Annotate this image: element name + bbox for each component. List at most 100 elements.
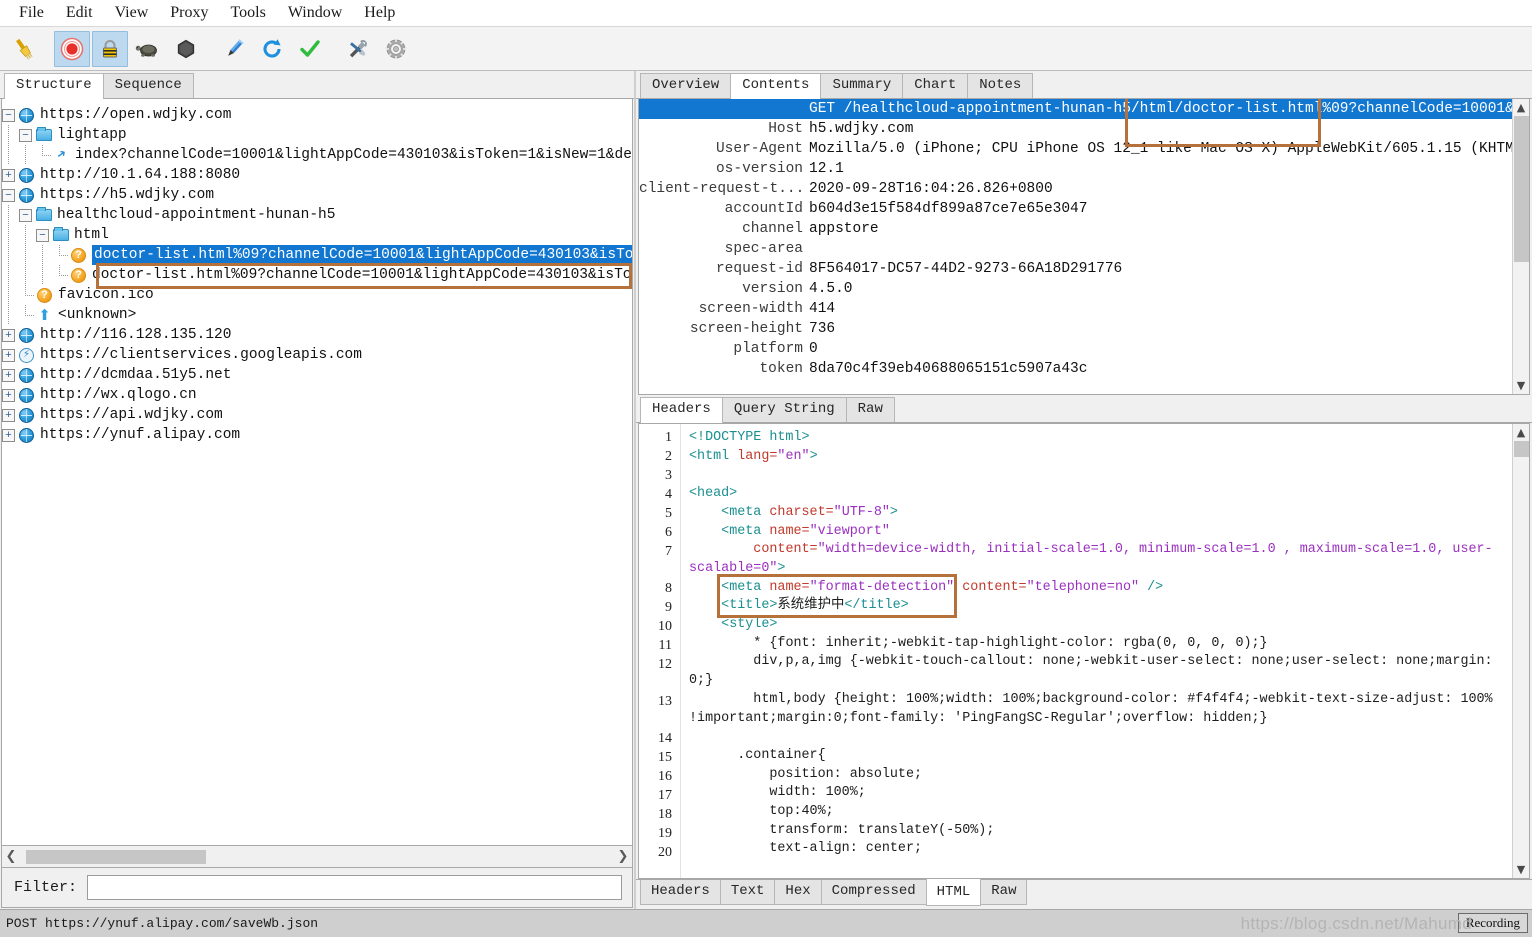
headers-vertical-scrollbar[interactable]: ▲ ▼ xyxy=(1512,99,1529,394)
header-row[interactable]: channel appstore xyxy=(639,219,1512,239)
subtab-html[interactable]: HTML xyxy=(925,879,982,907)
menu-item-tools[interactable]: Tools xyxy=(220,2,277,24)
session-tree[interactable]: − https://open.wdjky.com − lightapp ➜ index?c… xyxy=(2,99,632,445)
tab-sequence[interactable]: Sequence xyxy=(102,72,194,98)
tab-structure[interactable]: Structure xyxy=(4,72,104,99)
record-icon[interactable] xyxy=(54,30,90,67)
tree-node[interactable]: + http://10.1.64.188:8080 xyxy=(2,165,632,185)
tree-elbow xyxy=(36,145,53,165)
tree-node[interactable]: + ⚡ https://clientservices.googleapis.com xyxy=(2,345,632,365)
header-row[interactable]: token 8da70c4f39eb40688065151c5907a43c xyxy=(639,359,1512,379)
collapse-icon[interactable]: − xyxy=(2,108,15,122)
tree-node[interactable]: ⬆ <unknown> xyxy=(2,305,632,325)
subtab-response-raw[interactable]: Raw xyxy=(980,880,1028,906)
header-row[interactable]: screen-width 414 xyxy=(639,299,1512,319)
collapse-icon[interactable]: − xyxy=(2,188,15,202)
ssl-proxying-icon[interactable] xyxy=(92,30,128,67)
menu-item-edit[interactable]: Edit xyxy=(55,2,104,24)
header-row[interactable]: GET /healthcloud-appointment-hunan-h5/ht… xyxy=(639,99,1512,119)
validate-check-icon[interactable] xyxy=(292,31,328,67)
tab-notes[interactable]: Notes xyxy=(967,72,1034,98)
code-scroll-down-icon[interactable]: ▼ xyxy=(1513,861,1530,878)
collapse-icon[interactable]: − xyxy=(19,128,32,142)
tree-node[interactable]: + https://ynuf.alipay.com xyxy=(2,425,632,445)
expand-icon[interactable]: + xyxy=(2,348,15,362)
header-row[interactable]: client-request-t... 2020-09-28T16:04:26.8… xyxy=(639,179,1512,199)
filter-input[interactable] xyxy=(87,875,622,900)
expand-icon[interactable]: + xyxy=(2,428,15,442)
header-row[interactable]: accountId b604d3e15f584df899a87ce7e65e304… xyxy=(639,199,1512,219)
header-name: client-request-t... xyxy=(639,181,805,197)
tree-node[interactable]: − healthcloud-appointment-hunan-h5 xyxy=(2,205,632,225)
header-row[interactable]: platform 0 xyxy=(639,339,1512,359)
tree-node[interactable]: + http://wx.qlogo.cn xyxy=(2,385,632,405)
tree-node[interactable]: − html xyxy=(2,225,632,245)
subtab-hex[interactable]: Hex xyxy=(774,880,822,906)
tree-node[interactable]: − lightapp xyxy=(2,125,632,145)
menu-item-file[interactable]: File xyxy=(8,2,55,24)
menu-item-proxy[interactable]: Proxy xyxy=(159,2,219,24)
header-row[interactable]: os-version 12.1 xyxy=(639,159,1512,179)
scroll-left-icon[interactable]: ❮ xyxy=(2,849,20,864)
tab-chart[interactable]: Chart xyxy=(902,72,969,98)
vscroll-track[interactable] xyxy=(1513,116,1530,377)
expand-icon[interactable]: + xyxy=(2,328,15,342)
tree-horizontal-scrollbar[interactable]: ❮ ❯ xyxy=(1,846,633,868)
header-row[interactable]: Host h5.wdjky.com xyxy=(639,119,1512,139)
expand-icon[interactable]: + xyxy=(2,368,15,382)
header-row[interactable]: User-Agent Mozilla/5.0 (iPhone; CPU iPhon… xyxy=(639,139,1512,159)
clear-icon[interactable] xyxy=(6,31,42,67)
html-source-viewer[interactable]: 1 2 3 4 5 6 7 8 9 10 11 12 13 14 15 16 17 18 19 20 <!DOCTYP… xyxy=(638,423,1530,879)
scroll-up-icon[interactable]: ▲ xyxy=(1513,99,1530,116)
code-vertical-scrollbar[interactable]: ▲ ▼ xyxy=(1512,424,1529,878)
tree-node[interactable]: − https://h5.wdjky.com xyxy=(2,185,632,205)
tree-node[interactable]: − https://open.wdjky.com xyxy=(2,105,632,125)
tab-overview[interactable]: Overview xyxy=(640,72,732,98)
expand-icon[interactable]: + xyxy=(2,388,15,402)
breakpoints-icon[interactable] xyxy=(168,31,204,67)
code-scroll-up-icon[interactable]: ▲ xyxy=(1513,424,1530,441)
session-tree-container[interactable]: − https://open.wdjky.com − lightapp ➜ index?c… xyxy=(1,99,633,846)
tree-node[interactable]: ➜ index?channelCode=10001&lightAppCode=43… xyxy=(2,145,632,165)
header-row[interactable]: version 4.5.0 xyxy=(639,279,1512,299)
subtab-headers[interactable]: Headers xyxy=(640,396,723,423)
headers-table-container[interactable]: GET /healthcloud-appointment-hunan-h5/ht… xyxy=(638,99,1530,395)
tree-node[interactable]: ? favicon.ico xyxy=(2,285,632,305)
menu-item-window[interactable]: Window xyxy=(277,2,353,24)
subtab-text[interactable]: Text xyxy=(719,880,776,906)
scroll-down-icon[interactable]: ▼ xyxy=(1513,377,1530,394)
expand-icon[interactable]: + xyxy=(2,408,15,422)
settings-gear-icon[interactable] xyxy=(378,31,414,67)
code-vscroll-track[interactable] xyxy=(1513,441,1530,861)
repeat-refresh-icon[interactable] xyxy=(254,31,290,67)
tree-node[interactable]: ? doctor-list.html%09?channelCode=10001&l… xyxy=(2,245,632,265)
tree-node[interactable]: + https://api.wdjky.com xyxy=(2,405,632,425)
menu-item-view[interactable]: View xyxy=(104,2,160,24)
tab-summary[interactable]: Summary xyxy=(820,72,904,98)
subtab-response-headers[interactable]: Headers xyxy=(640,880,721,906)
hscroll-track[interactable] xyxy=(20,847,614,866)
tools-icon[interactable] xyxy=(340,31,376,67)
vscroll-thumb[interactable] xyxy=(1513,116,1529,262)
subtab-query-string[interactable]: Query String xyxy=(721,396,847,422)
tab-contents[interactable]: Contents xyxy=(730,72,822,99)
subtab-compressed[interactable]: Compressed xyxy=(820,880,927,906)
throttle-turtle-icon[interactable] xyxy=(130,31,166,67)
header-row[interactable]: spec-area xyxy=(639,239,1512,259)
tree-node[interactable]: + http://116.128.135.120 xyxy=(2,325,632,345)
collapse-icon[interactable]: − xyxy=(19,208,32,222)
header-row[interactable]: screen-height 736 xyxy=(639,319,1512,339)
collapse-icon[interactable]: − xyxy=(36,228,49,242)
tree-node[interactable]: ? doctor-list.html%09?channelCode=10001&l… xyxy=(2,265,632,285)
expand-icon[interactable]: + xyxy=(2,168,15,182)
tree-node[interactable]: + http://dcmdaa.51y5.net xyxy=(2,365,632,385)
subtab-raw[interactable]: Raw xyxy=(845,396,895,422)
hscroll-thumb[interactable] xyxy=(26,849,206,864)
headers-table[interactable]: GET /healthcloud-appointment-hunan-h5/ht… xyxy=(639,99,1512,394)
menu-item-help[interactable]: Help xyxy=(353,2,406,24)
code-vscroll-thumb[interactable] xyxy=(1513,441,1529,457)
compose-pen-icon[interactable] xyxy=(216,31,252,67)
scroll-right-icon[interactable]: ❯ xyxy=(614,849,632,864)
html-source-code[interactable]: <!DOCTYPE html> <html lang="en"> <head> <… xyxy=(681,424,1512,878)
header-row[interactable]: request-id 8F564017-DC57-44D2-9273-66A18D… xyxy=(639,259,1512,279)
